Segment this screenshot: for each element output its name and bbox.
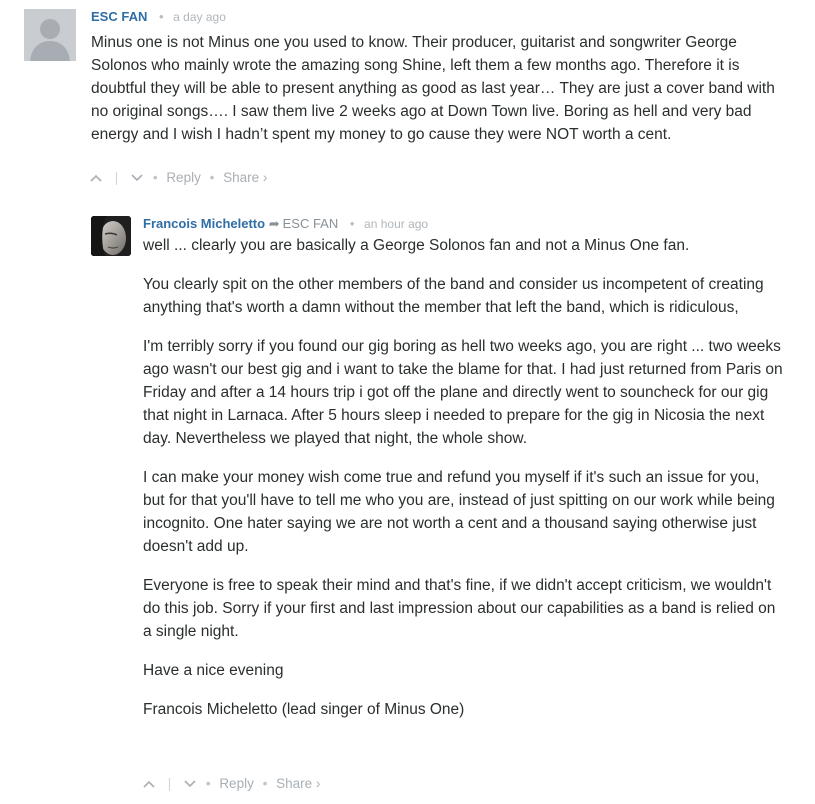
separator-dot: • — [349, 216, 355, 231]
default-avatar-icon[interactable] — [24, 9, 76, 61]
separator-dot: • — [262, 776, 268, 791]
reply-link[interactable]: Reply — [219, 776, 254, 791]
separator-dot: • — [158, 9, 164, 24]
comment-author[interactable]: Francois Micheletto — [143, 216, 265, 231]
comment-actions: | • Reply • Share › — [142, 776, 320, 791]
separator-dot: • — [209, 170, 215, 185]
separator-dot: • — [152, 170, 158, 185]
reply-to-author[interactable]: ESC FAN — [283, 216, 339, 231]
comment-body: Minus one is not Minus one you used to k… — [91, 31, 791, 162]
comment-paragraph: Everyone is free to speak their mind and… — [143, 577, 776, 640]
share-link[interactable]: Share › — [223, 170, 267, 185]
comment-header: Francois Micheletto ➦ ESC FAN • an hour a… — [143, 216, 428, 232]
comment-actions: | • Reply • Share › — [89, 170, 267, 185]
upvote-icon[interactable] — [89, 170, 103, 185]
separator-dot: • — [205, 776, 211, 791]
comment-timestamp[interactable]: an hour ago — [364, 217, 428, 231]
comment-paragraph: Francois Micheletto (lead singer of Minu… — [143, 701, 465, 718]
user-photo-avatar[interactable] — [91, 216, 131, 256]
comment-header: ESC FAN • a day ago — [91, 9, 226, 24]
comment-paragraph: Have a nice evening — [143, 662, 284, 679]
comment-body: well ... clearly you are basically a Geo… — [143, 234, 783, 737]
comment-paragraph: well ... clearly you are basically a Geo… — [143, 237, 690, 254]
share-link[interactable]: Share › — [276, 776, 320, 791]
vote-divider: | — [114, 170, 119, 185]
comment-paragraph: You clearly spit on the other members of… — [143, 276, 764, 316]
reply-arrow-icon: ➦ — [268, 216, 280, 231]
upvote-icon[interactable] — [142, 776, 156, 791]
comment-timestamp[interactable]: a day ago — [173, 10, 226, 24]
comment-author[interactable]: ESC FAN — [91, 9, 147, 24]
comment-paragraph: I can make your money wish come true and… — [143, 469, 775, 555]
downvote-icon[interactable] — [183, 776, 197, 791]
comment-paragraph: I'm terribly sorry if you found our gig … — [143, 338, 783, 447]
comment-paragraph: Minus one is not Minus one you used to k… — [91, 34, 775, 143]
vote-divider: | — [167, 776, 172, 791]
reply-link[interactable]: Reply — [166, 170, 201, 185]
downvote-icon[interactable] — [130, 170, 144, 185]
